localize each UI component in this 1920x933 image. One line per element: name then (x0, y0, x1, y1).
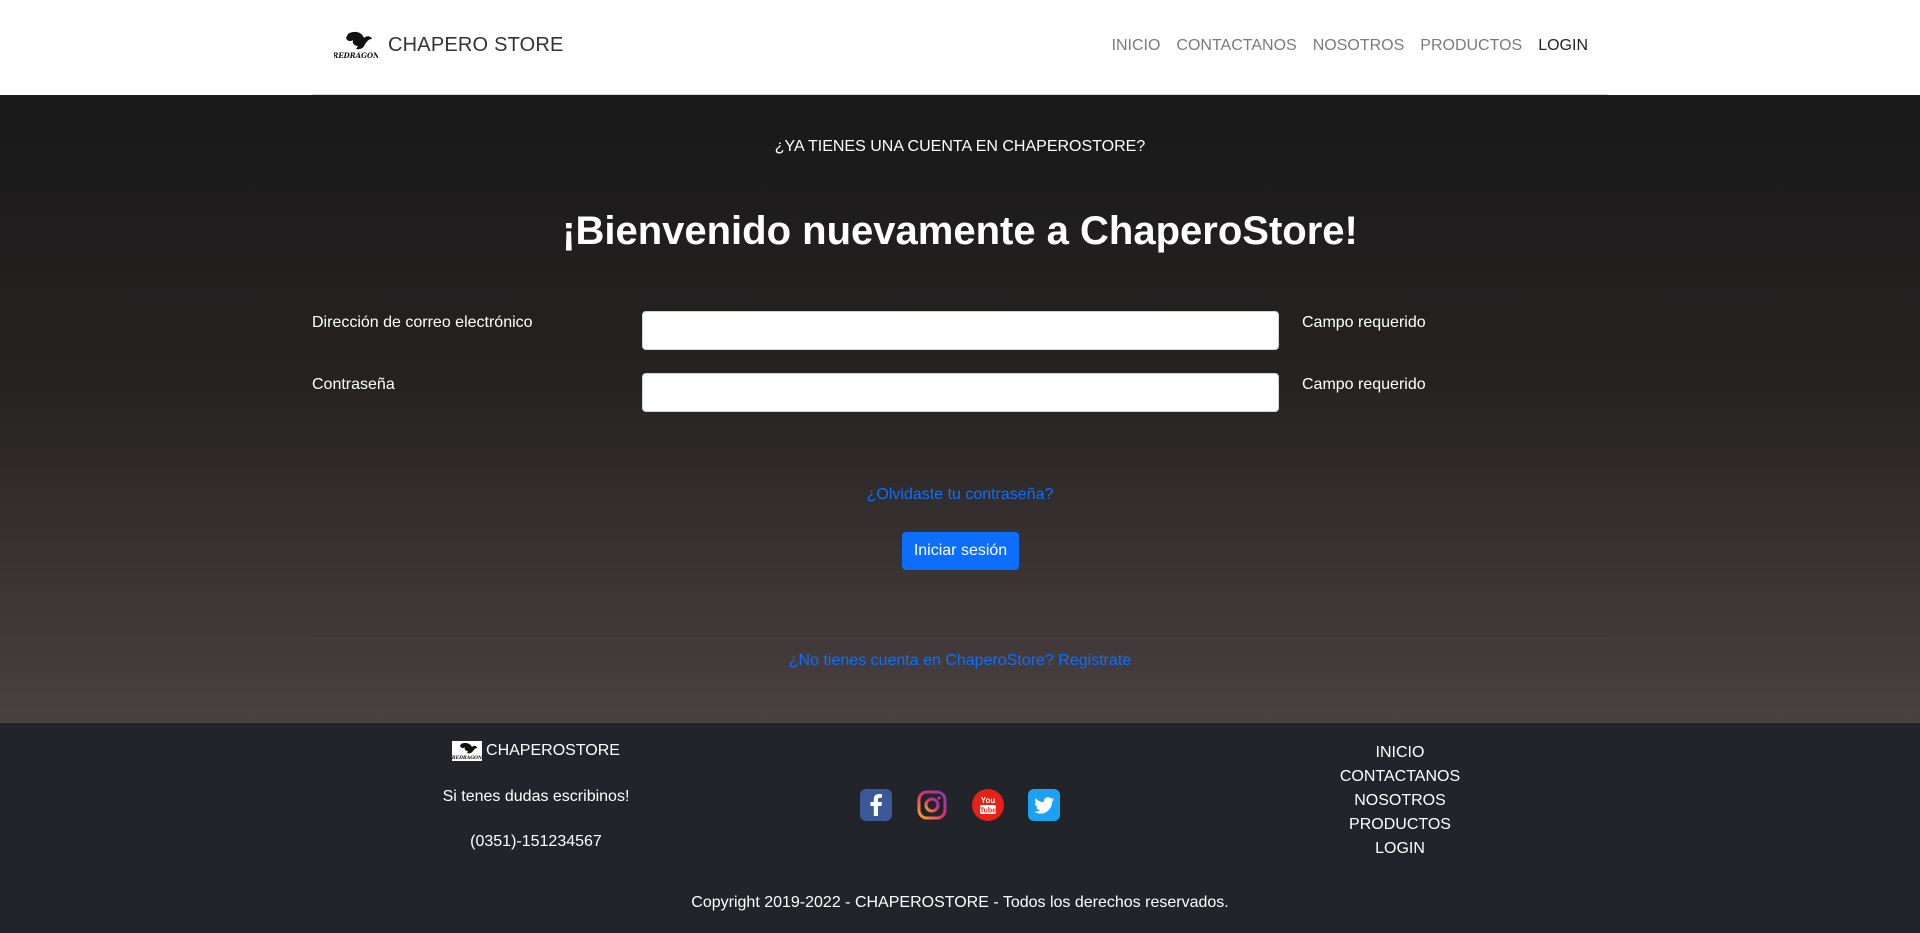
forgot-password-link[interactable]: ¿Olvidaste tu contraseña? (867, 486, 1054, 503)
footer-link-login[interactable]: LOGIN (1300, 837, 1500, 861)
register-link[interactable]: ¿No tienes cuenta en ChaperoStore? Regis… (789, 652, 1131, 669)
divider (312, 635, 1608, 636)
footer-link-productos[interactable]: PRODUCTOS (1300, 813, 1500, 837)
email-required-hint: Campo requerido (1302, 314, 1426, 331)
login-section: ¿YA TIENES UNA CUENTA EN CHAPEROSTORE? ¡… (0, 95, 1920, 723)
copyright: Copyright 2019-2022 - CHAPEROSTORE - Tod… (691, 894, 1229, 911)
redragon-logo-icon: REDRAGON (452, 741, 483, 761)
footer-link-inicio[interactable]: INICIO (1300, 741, 1500, 765)
register-row: ¿No tienes cuenta en ChaperoStore? Regis… (312, 652, 1608, 670)
email-field[interactable] (642, 311, 1279, 350)
footer-contact: REDRAGON CHAPEROSTORE Si tenes dudas esc… (400, 741, 672, 851)
email-label: Dirección de correo electrónico (312, 314, 533, 331)
facebook-icon[interactable] (860, 789, 892, 821)
footer-brand-name: CHAPEROSTORE (486, 742, 620, 759)
footer-link-nosotros[interactable]: NOSOTROS (1300, 789, 1500, 813)
footer-brand[interactable]: REDRAGON CHAPEROSTORE (400, 741, 672, 761)
brand-link[interactable]: REDRAGON CHAPERO STORE (334, 30, 564, 60)
header-container: REDRAGON CHAPERO STORE INICIO CONTACTANO… (312, 0, 1608, 95)
account-question: ¿YA TIENES UNA CUENTA EN CHAPEROSTORE? (774, 138, 1146, 155)
instagram-icon[interactable] (916, 789, 948, 821)
password-label: Contraseña (312, 376, 395, 393)
svg-text:You: You (981, 796, 996, 805)
nav-login[interactable]: LOGIN (1538, 37, 1588, 55)
password-required-hint: Campo requerido (1302, 376, 1426, 393)
twitter-icon[interactable] (1028, 789, 1060, 821)
footer-phone: (0351)-151234567 (470, 833, 602, 850)
svg-text:REDRAGON: REDRAGON (452, 755, 482, 761)
brand-name: CHAPERO STORE (388, 33, 564, 56)
site-header: REDRAGON CHAPERO STORE INICIO CONTACTANO… (0, 0, 1920, 95)
redragon-logo-icon: REDRAGON (334, 31, 378, 60)
login-button[interactable]: Iniciar sesión (902, 532, 1019, 570)
nav-nosotros[interactable]: NOSOTROS (1313, 37, 1405, 55)
svg-text:REDRAGON: REDRAGON (334, 51, 378, 60)
footer-link-contactanos[interactable]: CONTACTANOS (1300, 765, 1500, 789)
forgot-password-row: ¿Olvidaste tu contraseña? (312, 486, 1608, 504)
footer-nav: INICIO CONTACTANOS NOSOTROS PRODUCTOS LO… (1300, 741, 1500, 861)
social-links: You Tube (860, 789, 1060, 821)
nav-inicio[interactable]: INICIO (1112, 37, 1161, 55)
page-title: ¡Bienvenido nuevamente a ChaperoStore! (562, 209, 1358, 253)
main-nav: INICIO CONTACTANOS NOSOTROS PRODUCTOS LO… (1112, 37, 1588, 55)
svg-text:Tube: Tube (980, 808, 996, 815)
youtube-icon[interactable]: You Tube (972, 789, 1004, 821)
password-field[interactable] (642, 373, 1279, 412)
footer-contact-text: Si tenes dudas escribinos! (442, 788, 630, 805)
site-footer: REDRAGON CHAPEROSTORE Si tenes dudas esc… (0, 723, 1920, 933)
nav-productos[interactable]: PRODUCTOS (1420, 37, 1522, 55)
nav-contactanos[interactable]: CONTACTANOS (1176, 37, 1296, 55)
login-container: ¿YA TIENES UNA CUENTA EN CHAPEROSTORE? ¡… (312, 95, 1608, 723)
